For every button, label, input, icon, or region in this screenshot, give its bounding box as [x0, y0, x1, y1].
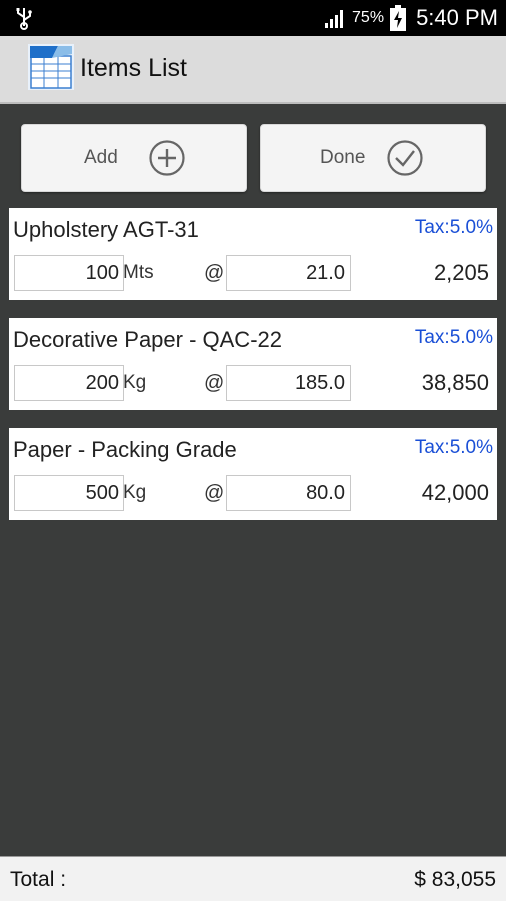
battery-charging-icon: [390, 5, 407, 31]
item-name: Decorative Paper - QAC-22: [13, 327, 282, 352]
check-circle-icon: [387, 140, 423, 176]
price-field[interactable]: 80.0: [226, 475, 351, 511]
item-amount: 2,205: [433, 260, 489, 285]
unit-label: Kg: [123, 372, 147, 393]
battery-percent: 75%: [352, 9, 385, 26]
usb-icon: [16, 8, 32, 30]
at-symbol: @: [204, 482, 225, 504]
unit-label: Kg: [123, 482, 147, 503]
price-field[interactable]: 21.0: [226, 255, 351, 291]
clock: 5:40 PM: [416, 5, 498, 30]
price-field[interactable]: 185.0: [226, 365, 351, 401]
done-button-label: Done: [320, 147, 366, 168]
quantity-field[interactable]: 100: [14, 255, 124, 291]
item-card[interactable]: Decorative Paper - QAC-22 Tax:5.0% 200 K…: [9, 318, 497, 410]
signal-bars-icon: [325, 10, 344, 28]
status-bar: 75% 5:40 PM: [0, 0, 506, 36]
item-amount: 38,850: [421, 370, 489, 395]
page-title: Items List: [80, 54, 187, 82]
action-bar: Items List: [0, 36, 506, 104]
item-name: Upholstery AGT-31: [13, 217, 199, 242]
at-symbol: @: [204, 262, 225, 284]
add-button[interactable]: Add: [21, 124, 247, 192]
item-tax[interactable]: Tax:5.0%: [415, 437, 493, 459]
plus-circle-icon: [149, 140, 185, 176]
quantity-field[interactable]: 200: [14, 365, 124, 401]
quantity-field[interactable]: 500: [14, 475, 124, 511]
at-symbol: @: [204, 372, 225, 394]
item-tax[interactable]: Tax:5.0%: [415, 217, 493, 239]
total-label: Total :: [10, 868, 67, 891]
item-tax[interactable]: Tax:5.0%: [415, 327, 493, 349]
item-amount: 42,000: [421, 480, 489, 505]
item-name: Paper - Packing Grade: [13, 437, 237, 462]
total-value: $ 83,055: [414, 868, 496, 891]
invoice-app-icon[interactable]: [28, 44, 74, 90]
unit-label: Mts: [123, 262, 154, 283]
item-card[interactable]: Upholstery AGT-31 Tax:5.0% 100 Mts @ 21.…: [9, 208, 497, 300]
add-button-label: Add: [84, 147, 118, 168]
item-card[interactable]: Paper - Packing Grade Tax:5.0% 500 Kg @ …: [9, 428, 497, 520]
total-footer: Total : $ 83,055: [0, 856, 506, 901]
done-button[interactable]: Done: [260, 124, 486, 192]
